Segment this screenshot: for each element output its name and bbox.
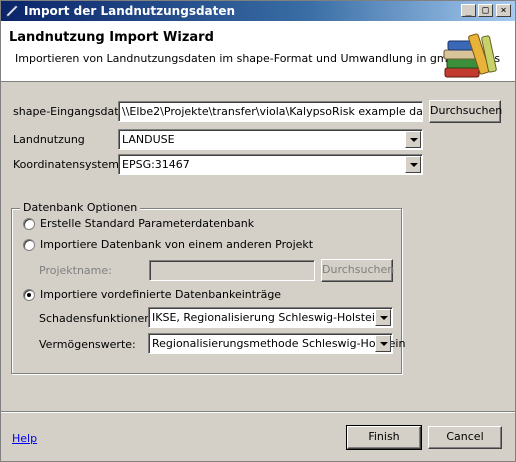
shape-browse-button[interactable]: Durchsuchen [429, 100, 502, 123]
damage-functions-value: IKSE, Regionalisierung Schleswig-Holstei… [152, 311, 382, 324]
maximize-button[interactable]: □ [478, 4, 493, 17]
wizard-header: Landnutzung Import Wizard Importieren vo… [1, 21, 515, 82]
radio-import-project-db[interactable] [23, 239, 35, 251]
footer-separator [1, 411, 515, 413]
chevron-down-icon[interactable] [405, 156, 421, 173]
chevron-down-icon[interactable] [375, 335, 391, 352]
wizard-title: Landnutzung Import Wizard [9, 30, 214, 45]
finish-button[interactable]: Finish [346, 425, 422, 450]
asset-values-select[interactable]: Regionalisierungsmethode Schleswig-Holst… [148, 333, 405, 354]
window-title: Import der Landnutzungsdaten [24, 4, 236, 18]
wizard-window: Import der Landnutzungsdaten _ □ × Landn… [0, 0, 516, 462]
crs-label: Koordinatensystem [13, 158, 120, 171]
help-link[interactable]: Help [12, 432, 37, 445]
landuse-value: LANDUSE [122, 133, 175, 146]
chevron-down-icon[interactable] [375, 309, 391, 326]
radio-predefined-db[interactable] [23, 289, 35, 301]
asset-values-label: Vermögenswerte: [39, 338, 136, 351]
books-icon [443, 33, 497, 78]
crs-select[interactable]: EPSG:31467 [118, 154, 423, 175]
damage-functions-label: Schadensfunktionen: [39, 312, 155, 325]
wizard-description: Importieren von Landnutzungsdaten im sha… [15, 52, 501, 65]
shape-file-input[interactable]: \\Elbe2\Projekte\transfer\viola\KalypsoR… [118, 101, 423, 122]
damage-functions-select[interactable]: IKSE, Regionalisierung Schleswig-Holstei… [148, 307, 393, 328]
cancel-button[interactable]: Cancel [428, 426, 502, 449]
radio-standard-db-label[interactable]: Erstelle Standard Parameterdatenbank [40, 217, 254, 230]
landuse-select[interactable]: LANDUSE [118, 129, 423, 150]
chevron-down-icon[interactable] [405, 131, 421, 148]
shape-file-label: shape-Eingangsdatei [13, 105, 129, 118]
database-options-title: Datenbank Optionen [20, 201, 141, 214]
radio-standard-db[interactable] [23, 218, 35, 230]
crs-value: EPSG:31467 [122, 158, 190, 171]
project-name-input[interactable] [149, 260, 315, 281]
minimize-button[interactable]: _ [461, 4, 476, 17]
app-icon [5, 4, 19, 18]
landuse-label: Landnutzung [13, 133, 85, 146]
project-browse-button[interactable]: Durchsuchen [321, 259, 394, 282]
title-bar[interactable]: Import der Landnutzungsdaten _ □ × [1, 1, 515, 21]
radio-import-project-db-label[interactable]: Importiere Datenbank von einem anderen P… [40, 238, 313, 251]
close-button[interactable]: × [496, 4, 511, 17]
asset-values-value: Regionalisierungsmethode Schleswig-Holst… [152, 337, 406, 350]
radio-predefined-db-label[interactable]: Importiere vordefinierte Datenbankeinträ… [40, 288, 281, 301]
project-name-label: Projektname: [39, 264, 112, 277]
